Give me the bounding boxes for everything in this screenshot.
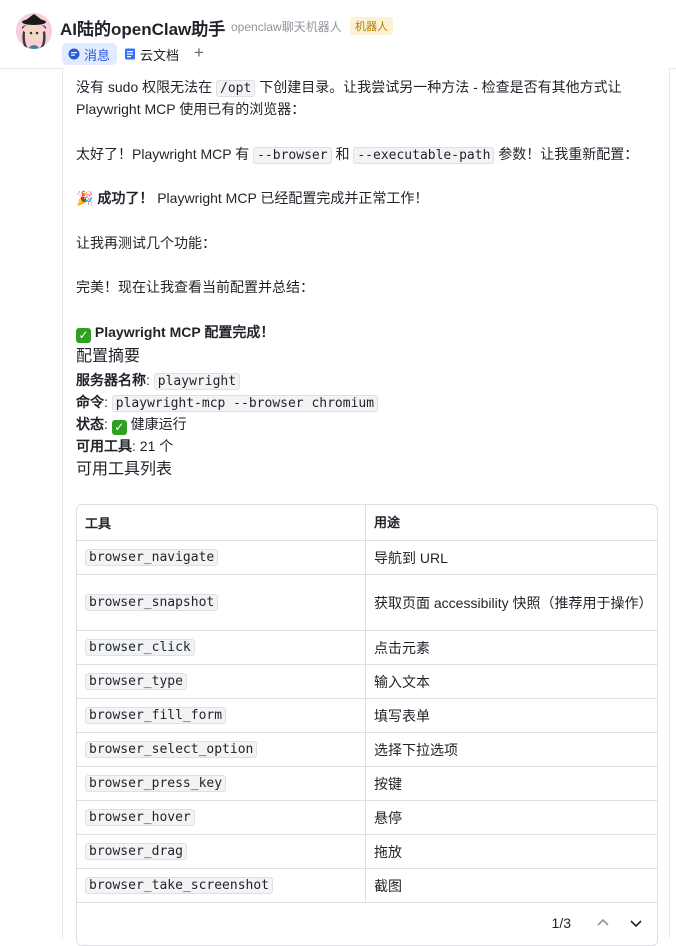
table-row: browser_drag 拖放	[77, 835, 657, 869]
field-label: 可用工具	[76, 438, 132, 454]
field-status: 状态: ✓ 健康运行	[76, 416, 187, 435]
field-label: 服务器名称	[76, 372, 146, 388]
status-value: 健康运行	[130, 416, 187, 432]
field-command: 命令: playwright-mcp --browser chromium	[76, 391, 379, 415]
tools-count-value: 21 个	[139, 438, 174, 454]
paragraph-sudo-cont: Playwright MCP 使用已有的浏览器：	[76, 101, 306, 117]
table-row: browser_select_option 选择下拉选项	[77, 733, 657, 767]
tool-name: browser_drag	[85, 843, 187, 860]
chat-title: AI陆的openClaw助手	[60, 20, 226, 39]
tab-messages[interactable]: 消息	[62, 43, 118, 65]
tool-use: 拖放	[374, 843, 402, 860]
success-label: 成功了！	[97, 190, 154, 206]
heading-config-summary: 配置摘要	[76, 348, 141, 365]
paragraph-params: 太好了！Playwright MCP 有 --browser 和 --execu…	[76, 143, 638, 167]
inline-code-opt: /opt	[216, 80, 256, 97]
tool-use: 选择下拉选项	[374, 741, 458, 758]
tool-name: browser_snapshot	[85, 594, 219, 611]
text: Playwright MCP 已经配置完成并正常工作！	[153, 190, 429, 206]
field-tools-count: 可用工具: 21 个	[76, 438, 174, 454]
table-row: browser_click 点击元素	[77, 631, 657, 665]
doc-icon	[125, 48, 135, 60]
table-row: browser_type 输入文本	[77, 665, 657, 699]
tool-use: 截图	[374, 877, 402, 894]
heading-tool-list: 可用工具列表	[76, 461, 173, 478]
table-header-row: 工具 用途	[77, 505, 657, 541]
paragraph-success: 🎉 成功了！ Playwright MCP 已经配置完成并正常工作！	[76, 187, 428, 209]
inline-code-executable-path: --executable-path	[353, 147, 495, 164]
table-row: browser_press_key 按键	[77, 767, 657, 801]
check-icon: ✓	[76, 328, 91, 343]
text: 没有 sudo 权限无法在	[76, 79, 217, 95]
field-server-name: 服务器名称: playwright	[76, 369, 241, 393]
bot-badge: 机器人	[350, 17, 393, 35]
chevron-down-icon[interactable]	[628, 915, 644, 931]
tool-name: browser_press_key	[85, 775, 227, 792]
table-row: browser_take_screenshot 截图	[77, 869, 657, 903]
server-name-value: playwright	[153, 373, 241, 390]
tools-table: 工具 用途 browser_navigate 导航到 URL browser_sn…	[76, 504, 658, 946]
tab-cloud-docs[interactable]: 云文档	[124, 43, 179, 65]
field-label: 命令	[76, 394, 104, 410]
paragraph-sudo: 没有 sudo 权限无法在 /opt 下创建目录。让我尝试另一种方法 - 检查是…	[76, 76, 622, 100]
tool-name: browser_fill_form	[85, 707, 227, 724]
text: 下创建目录。让我尝试另一种方法 - 检查是否有其他方式让	[255, 79, 622, 95]
table-row: browser_fill_form 填写表单	[77, 699, 657, 733]
column-header-tool: 工具	[77, 505, 366, 540]
add-tab-button[interactable]: +	[194, 42, 204, 64]
table-row: browser_hover 悬停	[77, 801, 657, 835]
paragraph-summary: 完美！现在让我查看当前配置并总结：	[76, 279, 314, 295]
column-header-use: 用途	[374, 514, 401, 530]
page-indicator: 1/3	[551, 915, 571, 931]
inline-code-browser: --browser	[253, 147, 332, 164]
tool-name: browser_take_screenshot	[85, 877, 274, 894]
tool-name: browser_type	[85, 673, 187, 690]
check-icon: ✓	[111, 420, 127, 435]
tool-use: 悬停	[374, 809, 402, 826]
heading-config-done: ✓ Playwright MCP 配置完成！	[76, 321, 274, 343]
tab-cloud-docs-label: 云文档	[140, 47, 180, 63]
chat-subtitle: openclaw聊天机器人	[231, 20, 342, 34]
party-icon: 🎉	[76, 190, 94, 206]
chevron-up-icon[interactable]	[595, 915, 611, 931]
bot-avatar[interactable]	[16, 13, 52, 49]
tool-name: browser_click	[85, 639, 195, 656]
table-row: browser_navigate 导航到 URL	[77, 541, 657, 575]
text: 太好了！Playwright MCP 有	[76, 146, 254, 162]
tool-use: 输入文本	[374, 673, 430, 690]
tool-use: 填写表单	[374, 707, 430, 724]
tool-use: 点击元素	[374, 639, 430, 656]
field-label: 状态	[76, 416, 104, 432]
tool-name: browser_hover	[85, 809, 195, 826]
chat-header: AI陆的openClaw助手 openclaw聊天机器人 机器人 消息 云文档 …	[0, 0, 676, 69]
command-value: playwright-mcp --browser chromium	[111, 395, 379, 412]
text: 和	[331, 146, 354, 162]
paragraph-test: 让我再测试几个功能：	[76, 235, 216, 251]
tool-use: 获取页面 accessibility 快照（推荐用于操作）	[374, 594, 653, 611]
table-row: browser_snapshot 获取页面 accessibility 快照（推荐…	[77, 575, 657, 631]
tool-name: browser_select_option	[85, 741, 258, 758]
heading-text: Playwright MCP 配置完成！	[94, 324, 275, 340]
table-pagination: 1/3	[77, 903, 657, 945]
tool-name: browser_navigate	[85, 549, 219, 566]
text: 参数！让我重新配置：	[494, 146, 639, 162]
message-card: 没有 sudo 权限无法在 /opt 下创建目录。让我尝试另一种方法 - 检查是…	[62, 68, 670, 946]
tab-messages-label: 消息	[84, 47, 111, 63]
tool-use: 按键	[374, 775, 402, 792]
chat-bubble-icon	[68, 48, 80, 60]
tool-use: 导航到 URL	[374, 549, 448, 566]
